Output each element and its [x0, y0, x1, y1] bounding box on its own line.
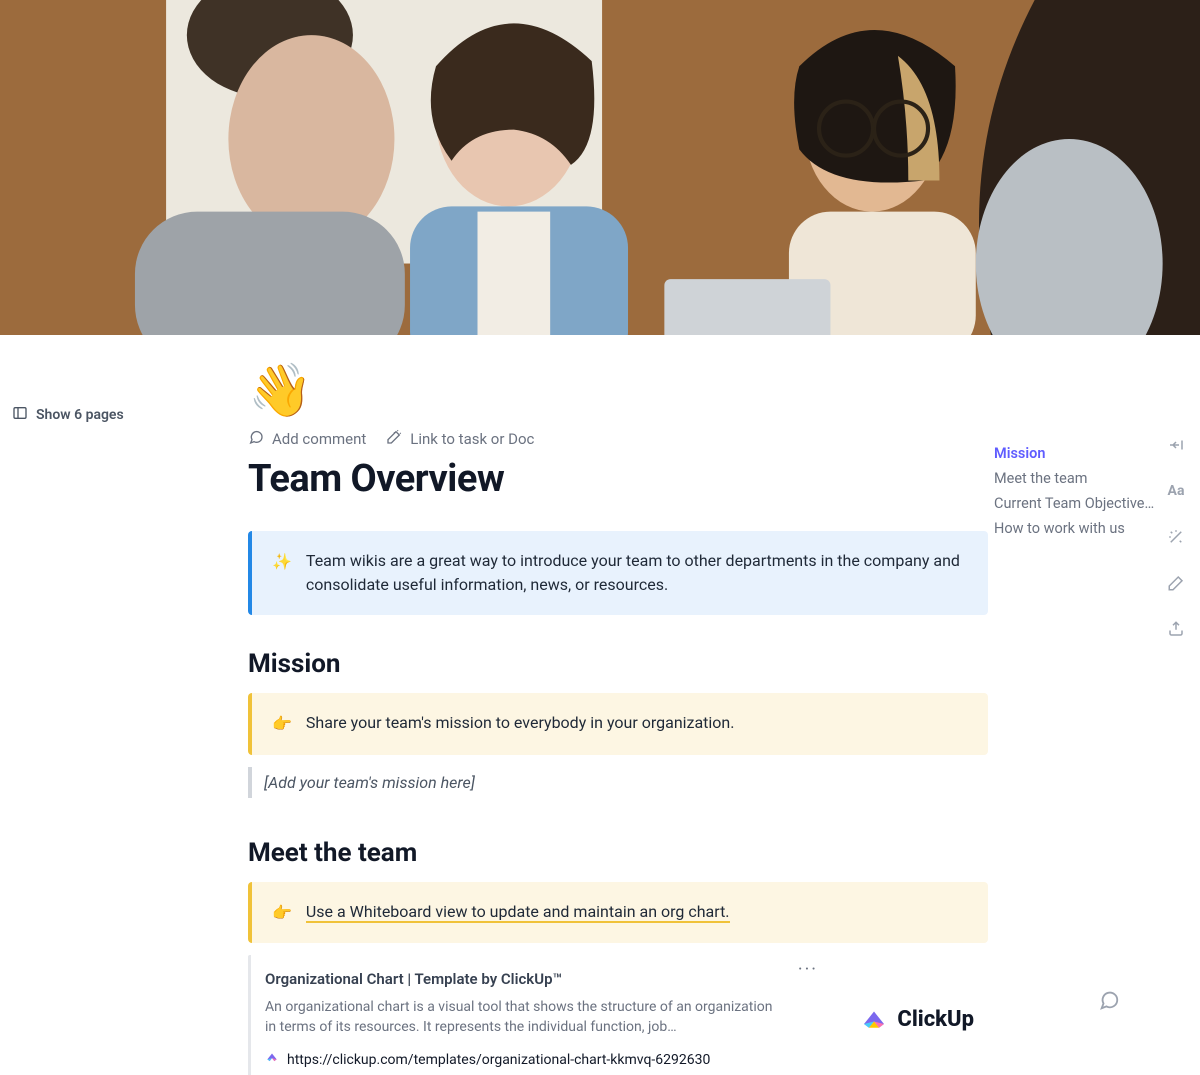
sparkles-icon: ✨ [272, 549, 292, 597]
pointing-icon: 👉 [272, 711, 292, 737]
clickup-favicon-icon [265, 1050, 279, 1070]
add-comment-label: Add comment [272, 430, 366, 448]
right-rail: Aa [1166, 335, 1186, 639]
card-description: An organizational chart is a visual tool… [265, 997, 778, 1038]
mission-placeholder[interactable]: [Add your team's mission here] [248, 767, 988, 798]
meet-team-callout: 👉 Use a Whiteboard view to update and ma… [248, 882, 988, 944]
show-pages-label: Show 6 pages [36, 407, 124, 423]
link-task-label: Link to task or Doc [410, 430, 534, 448]
link-card[interactable]: ··· Organizational Chart | Template by C… [248, 955, 988, 1075]
card-brand-name: ClickUp [897, 1004, 974, 1036]
pointing-icon: 👉 [272, 900, 292, 926]
intro-callout-text: Team wikis are a great way to introduce … [306, 549, 968, 597]
card-url: https://clickup.com/templates/organizati… [287, 1050, 710, 1070]
page-emoji[interactable]: 👋 [248, 365, 988, 417]
font-icon[interactable]: Aa [1166, 481, 1186, 501]
export-icon[interactable] [1166, 619, 1186, 639]
card-brand-logo: ClickUp [859, 1004, 974, 1036]
sidebar-icon [12, 405, 28, 425]
show-pages-button[interactable]: Show 6 pages [12, 405, 124, 425]
mission-callout: 👉 Share your team's mission to everybody… [248, 693, 988, 755]
mission-callout-text: Share your team's mission to everybody i… [306, 711, 735, 737]
intro-callout: ✨ Team wikis are a great way to introduc… [248, 531, 988, 615]
ai-icon[interactable] [1166, 527, 1186, 547]
meet-team-heading: Meet the team [248, 838, 988, 868]
card-more-button[interactable]: ··· [798, 957, 818, 983]
wand-icon [386, 429, 402, 449]
meet-team-callout-link[interactable]: Use a Whiteboard view to update and main… [306, 902, 730, 923]
floating-comment-button[interactable] [1098, 989, 1120, 1015]
comment-icon [248, 429, 264, 449]
mission-heading: Mission [248, 649, 988, 679]
magic-icon[interactable] [1166, 573, 1186, 593]
cover-image [0, 0, 1200, 335]
link-task-button[interactable]: Link to task or Doc [386, 429, 534, 449]
add-comment-button[interactable]: Add comment [248, 429, 366, 449]
card-title: Organizational Chart | Template by Click… [265, 969, 778, 991]
page-title: Team Overview [248, 457, 988, 501]
collapse-icon[interactable] [1166, 435, 1186, 455]
